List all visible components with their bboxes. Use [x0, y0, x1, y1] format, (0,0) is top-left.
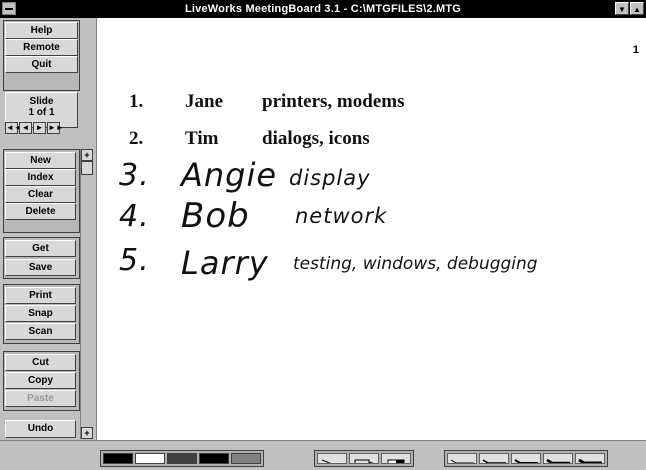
save-button[interactable]: Save	[5, 259, 76, 276]
last-slide-button[interactable]: ►►	[47, 122, 64, 134]
index-button[interactable]: Index	[5, 169, 76, 186]
line-width-thick-icon[interactable]	[511, 453, 541, 464]
item-name: Tim	[185, 128, 219, 149]
handwritten-number: 5.	[119, 243, 150, 278]
handwritten-topic: testing, windows, debugging	[293, 254, 538, 274]
page-number: 1	[632, 44, 639, 56]
next-slide-button[interactable]: ►	[33, 122, 46, 134]
handwritten-name: Angie	[181, 156, 278, 194]
item-name: Jane	[185, 91, 223, 112]
handwritten-topic: network	[295, 204, 388, 228]
slide-label: Slide	[29, 96, 54, 107]
bottom-palette	[0, 440, 646, 470]
scroll-up-button[interactable]: +	[81, 149, 93, 161]
slide-count: 1 of 1	[28, 107, 55, 118]
handwritten-number: 3.	[119, 158, 150, 193]
maximize-button[interactable]: ▲	[630, 2, 644, 15]
undo-button[interactable]: Undo	[5, 420, 76, 438]
remote-button[interactable]: Remote	[5, 39, 78, 56]
item-topic: dialogs, icons	[262, 128, 370, 149]
line-width-thicker-icon[interactable]	[543, 453, 573, 464]
paste-button[interactable]: Paste	[5, 390, 76, 407]
copy-button[interactable]: Copy	[5, 372, 76, 389]
help-button[interactable]: Help	[5, 22, 78, 39]
handwritten-name: Larry	[181, 244, 269, 282]
marker-tool-icon[interactable]	[349, 453, 379, 464]
cut-button[interactable]: Cut	[5, 354, 76, 371]
new-button[interactable]: New	[5, 152, 76, 169]
quit-button[interactable]: Quit	[5, 56, 78, 73]
item-number: 1.	[129, 91, 144, 112]
scan-button[interactable]: Scan	[5, 323, 76, 340]
window-title: LiveWorks MeetingBoard 3.1 - C:\MTGFILES…	[184, 3, 462, 15]
drawing-tool-palette	[314, 450, 414, 467]
left-toolbar: Help Remote Quit Slide 1 of 1 ◄◄ ◄ ► ►► …	[0, 18, 96, 440]
pen-tool-icon[interactable]	[317, 453, 347, 464]
line-width-thickest-icon[interactable]	[575, 453, 605, 464]
handwritten-topic: display	[289, 166, 371, 190]
line-width-palette	[444, 450, 608, 467]
prev-slide-button[interactable]: ◄	[19, 122, 32, 134]
eraser-tool-icon[interactable]	[381, 453, 411, 464]
scroll-thumb[interactable]	[81, 161, 93, 175]
delete-button[interactable]: Delete	[5, 203, 76, 220]
minimize-button[interactable]: ▼	[615, 2, 629, 15]
color-swatch-black-2[interactable]	[199, 453, 229, 464]
color-swatch-black[interactable]	[103, 453, 133, 464]
color-swatch-dark-gray[interactable]	[167, 453, 197, 464]
scroll-down-button[interactable]: +	[81, 427, 93, 439]
print-button[interactable]: Print	[5, 287, 76, 304]
title-bar: LiveWorks MeetingBoard 3.1 - C:\MTGFILES…	[0, 0, 646, 18]
first-slide-button[interactable]: ◄◄	[5, 122, 22, 134]
whiteboard-canvas[interactable]: 1 1. Jane printers, modems 2. Tim dialog…	[96, 18, 646, 440]
color-palette	[100, 450, 264, 467]
line-width-thin-icon[interactable]	[447, 453, 477, 464]
line-width-medium-icon[interactable]	[479, 453, 509, 464]
item-topic: printers, modems	[262, 91, 405, 112]
get-button[interactable]: Get	[5, 240, 76, 257]
color-swatch-white[interactable]	[135, 453, 165, 464]
snap-button[interactable]: Snap	[5, 305, 76, 322]
handwritten-name: Bob	[181, 196, 250, 236]
handwritten-number: 4.	[119, 199, 150, 234]
color-swatch-gray[interactable]	[231, 453, 261, 464]
slide-scrollbar[interactable]: + +	[80, 149, 93, 439]
item-number: 2.	[129, 128, 144, 149]
slide-nav: ◄◄ ◄ ► ►►	[5, 122, 80, 135]
clear-button[interactable]: Clear	[5, 186, 76, 203]
